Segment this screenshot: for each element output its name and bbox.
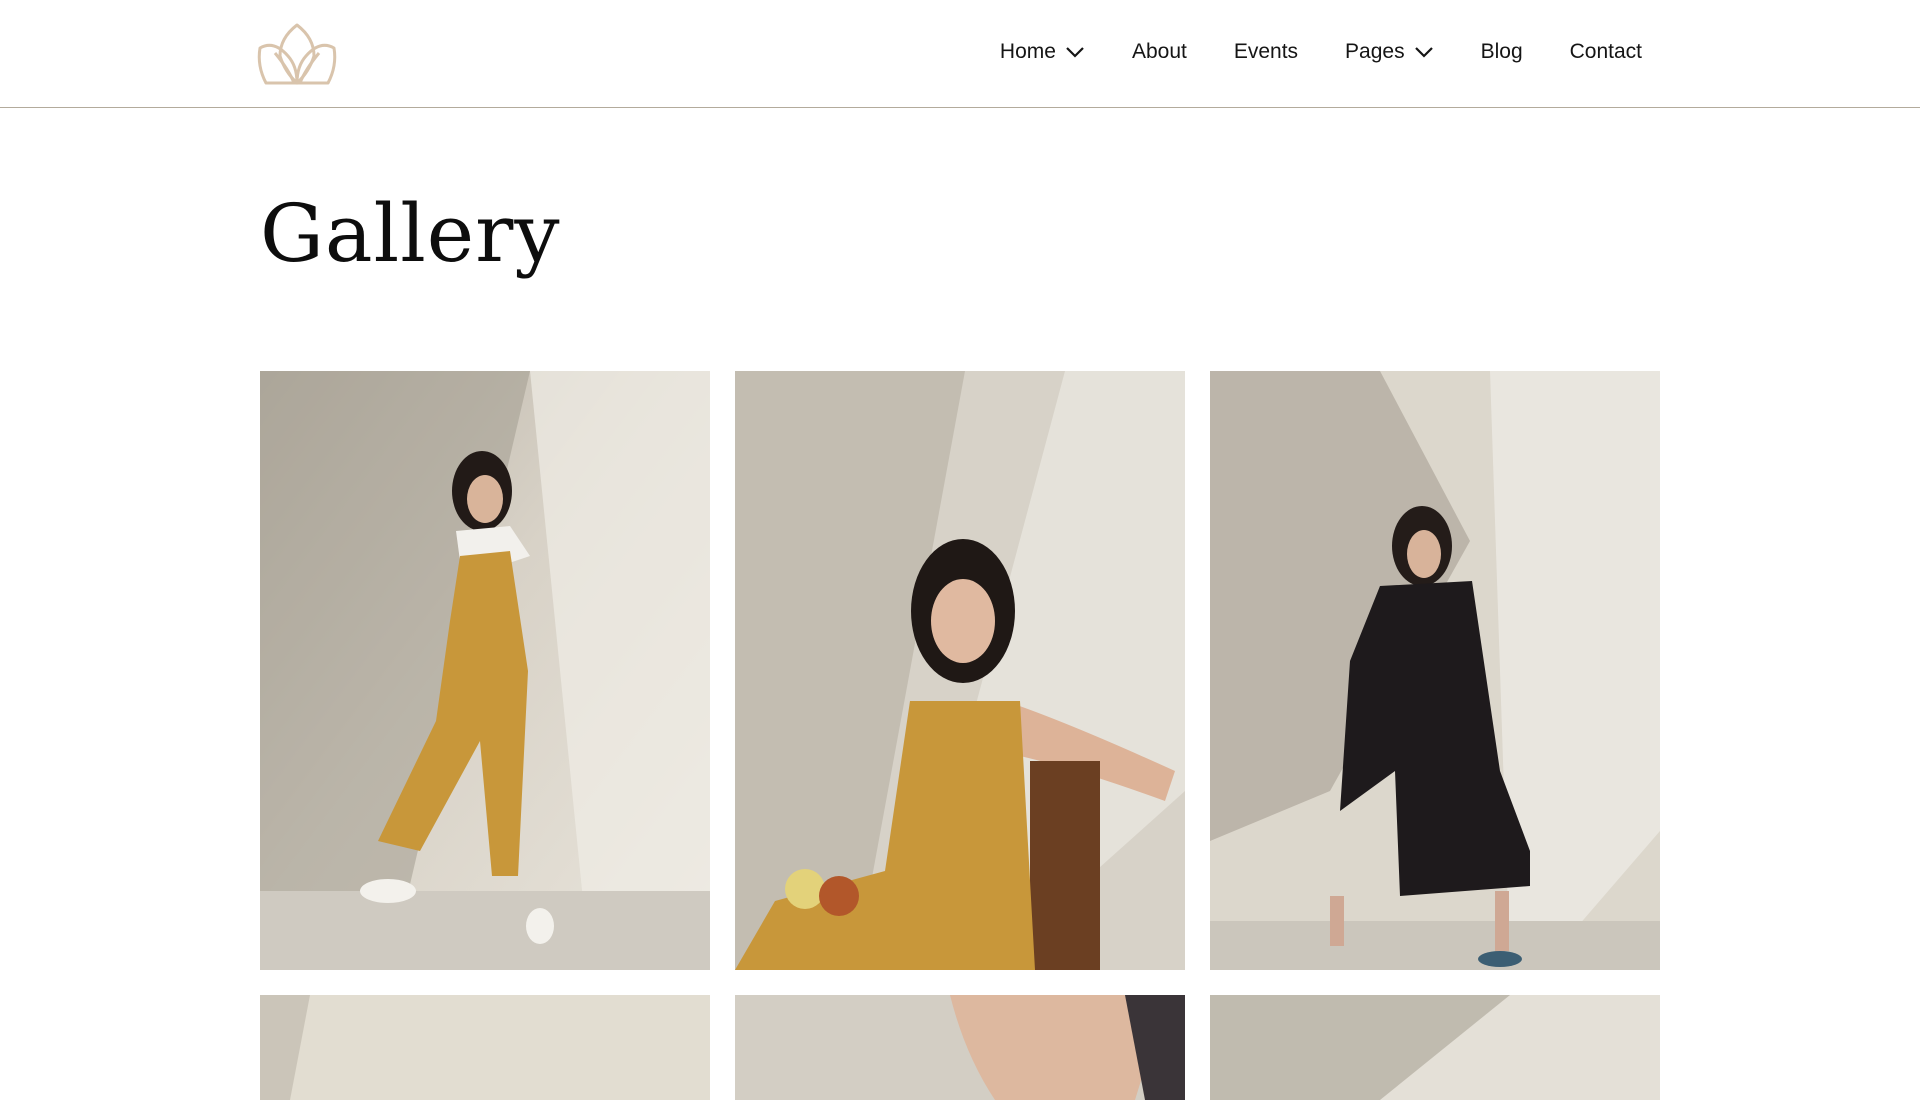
nav-item-blog[interactable]: Blog <box>1481 33 1523 71</box>
gallery-photo-2[interactable] <box>735 371 1185 970</box>
gallery-grid <box>260 371 1660 1100</box>
lotus-logo-icon[interactable] <box>254 22 340 86</box>
nav-item-contact[interactable]: Contact <box>1570 33 1642 71</box>
nav-item-about[interactable]: About <box>1132 33 1187 71</box>
chevron-down-icon <box>1414 47 1433 58</box>
nav-item-label: Contact <box>1569 40 1642 63</box>
nav-item-label: Blog <box>1480 40 1523 63</box>
gallery-photo-6[interactable] <box>1210 995 1660 1100</box>
gallery-photo-5[interactable] <box>735 995 1185 1100</box>
chevron-down-icon <box>1066 47 1084 58</box>
nav-item-home[interactable]: Home <box>1000 33 1085 71</box>
nav-item-label: Home <box>999 40 1056 63</box>
nav-item-label: Events <box>1233 40 1299 63</box>
nav-item-label: Pages <box>1345 40 1405 63</box>
page-title: Gallery <box>260 187 561 280</box>
main-nav: Home About Events Pages Blog Contact <box>1000 33 1642 71</box>
nav-item-events[interactable]: Events <box>1234 33 1298 71</box>
site-header: Home About Events Pages Blog Contact <box>0 0 1920 108</box>
gallery-photo-4[interactable] <box>260 995 710 1100</box>
nav-item-pages[interactable]: Pages <box>1345 33 1434 71</box>
gallery-photo-3[interactable] <box>1210 371 1660 970</box>
gallery-photo-1[interactable] <box>260 371 710 970</box>
nav-item-label: About <box>1131 40 1187 63</box>
